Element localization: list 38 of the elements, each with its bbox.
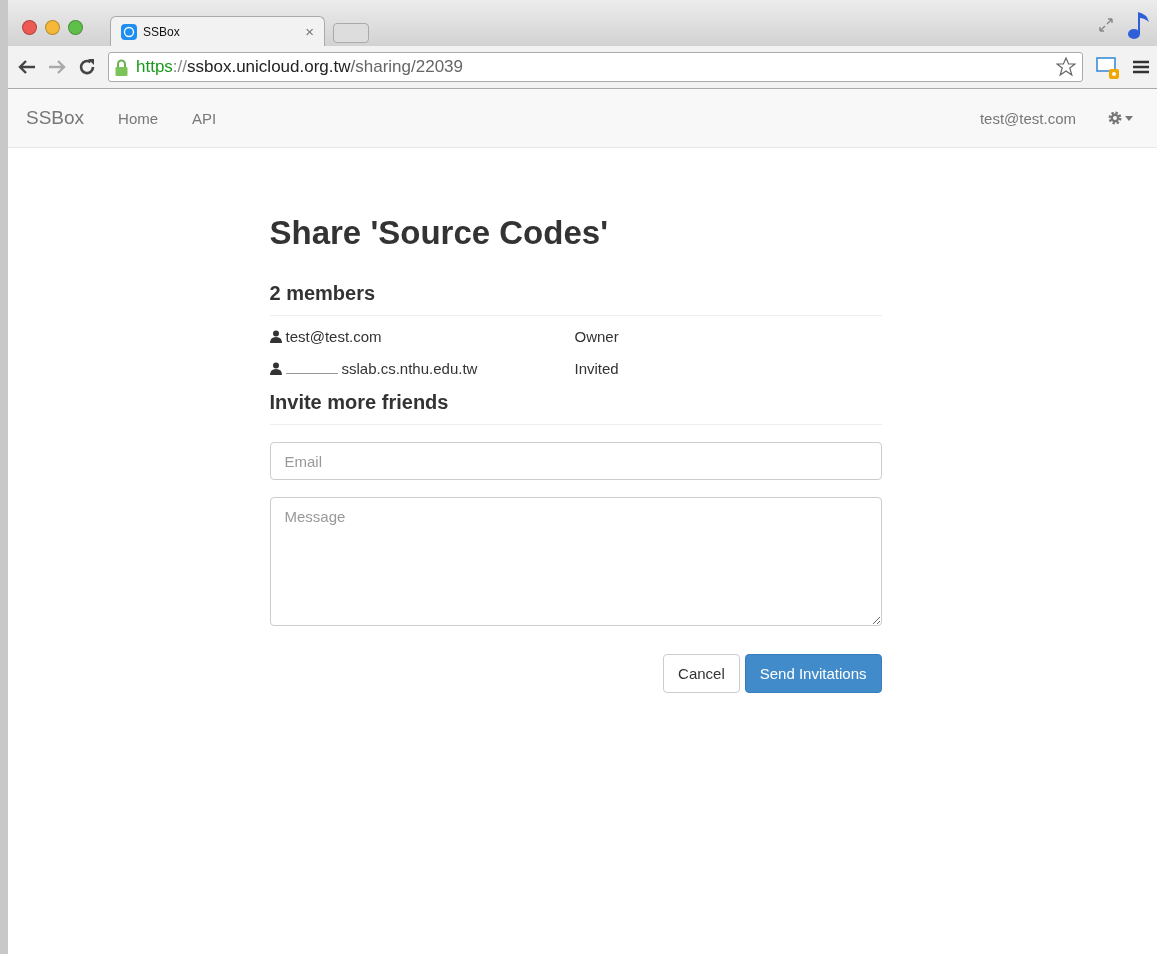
- forward-icon[interactable]: [48, 59, 66, 75]
- tab-close-button[interactable]: ×: [305, 23, 314, 40]
- url-text: https://ssbox.unicloud.org.tw/sharing/22039: [136, 57, 464, 77]
- page-title: Share 'Source Codes': [269, 214, 609, 252]
- member-role: Invited: [574, 360, 620, 377]
- zoom-window-button[interactable]: [68, 20, 83, 35]
- nav-link[interactable]: Home: [118, 109, 159, 127]
- caret-icon: [1125, 115, 1133, 121]
- brand-link[interactable]: SSBox: [26, 107, 85, 129]
- user-icon: [269, 362, 282, 375]
- user-link[interactable]: test@test.com: [979, 109, 1076, 127]
- send-invitations-button[interactable]: Send Invitations: [744, 654, 882, 693]
- member-email: sslab.cs.nthu.edu.tw: [341, 360, 478, 377]
- menu-icon[interactable]: [1133, 60, 1149, 74]
- member-email: test@test.com: [285, 328, 382, 345]
- minimize-window-button[interactable]: [45, 20, 60, 35]
- app-logo-icon: [121, 23, 137, 40]
- reload-icon[interactable]: [78, 58, 96, 76]
- settings-dropdown[interactable]: [1108, 111, 1133, 125]
- invite-heading: Invite more friends: [269, 391, 882, 425]
- music-note-icon[interactable]: [1127, 10, 1151, 40]
- star-icon[interactable]: [1056, 57, 1076, 77]
- member-role: Owner: [574, 328, 620, 345]
- gear-icon: [1108, 111, 1122, 125]
- fullscreen-icon[interactable]: [1099, 18, 1113, 32]
- screen-capture-icon[interactable]: [1095, 54, 1121, 80]
- lock-icon: [115, 58, 128, 76]
- email-field[interactable]: Email: [269, 442, 882, 480]
- cancel-button[interactable]: Cancel: [663, 654, 740, 693]
- tab-title: SSBox: [143, 24, 181, 39]
- browser-tab[interactable]: SSBox ×: [110, 16, 325, 46]
- user-icon: [269, 330, 282, 343]
- back-icon[interactable]: [18, 59, 36, 75]
- close-window-button[interactable]: [22, 20, 37, 35]
- nav-link[interactable]: API: [192, 109, 217, 127]
- message-field[interactable]: Message: [269, 497, 882, 626]
- address-bar[interactable]: https://ssbox.unicloud.org.tw/sharing/22039: [108, 52, 1083, 82]
- members-heading: 2 members: [269, 282, 882, 316]
